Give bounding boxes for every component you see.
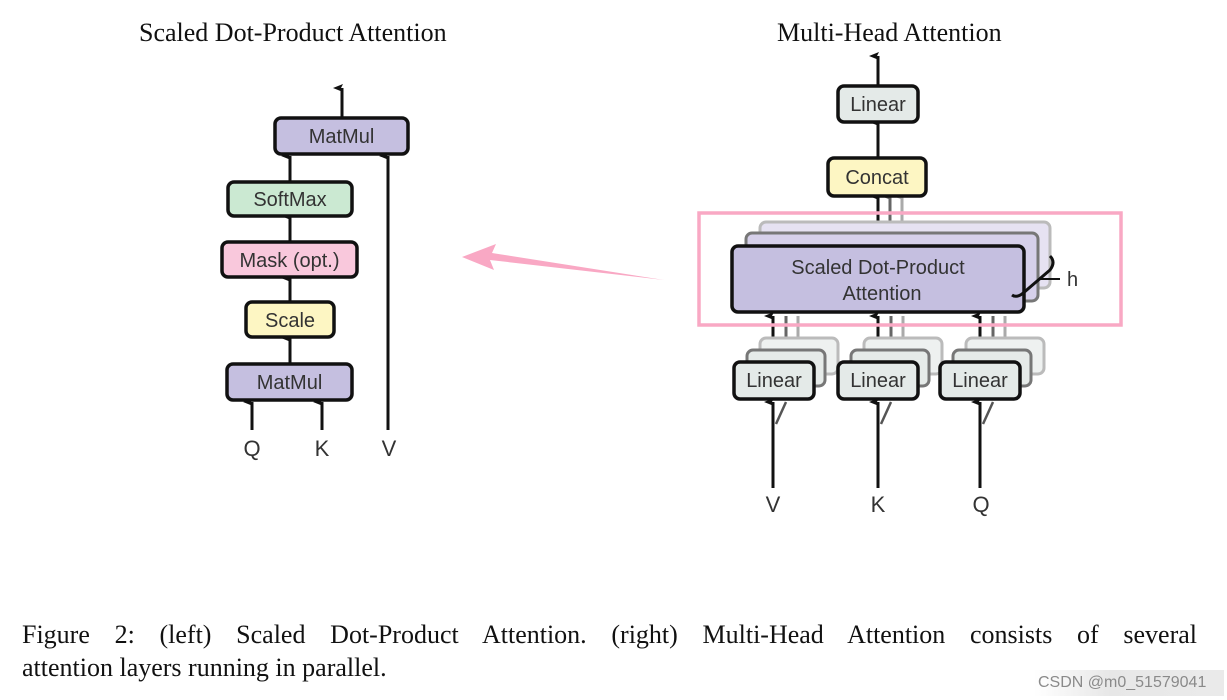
linear-k-label: Linear	[850, 370, 906, 392]
figure-caption: Figure 2: (left) Scaled Dot-Product Atte…	[22, 618, 1197, 684]
input-arrows	[764, 398, 995, 488]
heads-label: h	[1067, 269, 1078, 291]
input-q-label: Q	[243, 436, 260, 461]
softmax-block: SoftMax	[226, 180, 354, 218]
scale-label: Scale	[265, 310, 315, 332]
input-v-label: V	[382, 436, 397, 461]
figure: Scaled Dot-Product Attention Multi-Head …	[0, 0, 1227, 700]
linear-k-group: Linear	[836, 336, 944, 401]
watermark: CSDN @m0_51579041	[1034, 670, 1224, 696]
concat-label: Concat	[845, 167, 909, 189]
input-q-label: Q	[972, 492, 989, 517]
mask-block: Mask (opt.)	[220, 240, 359, 279]
right-diagram: Scaled Dot-Product Attention h Linear Li…	[730, 52, 1078, 517]
left-diagram: MatMul SoftMax Mask (opt.) Scale MatMul …	[220, 84, 410, 461]
matmul-top-label: MatMul	[309, 126, 375, 148]
sdpa-label-line1: Scaled Dot-Product	[791, 257, 965, 279]
input-k-label: K	[871, 492, 886, 517]
matmul-bottom-block: MatMul	[225, 362, 354, 402]
linear-v-label: Linear	[746, 370, 802, 392]
sdpa-block: Scaled Dot-Product Attention	[730, 244, 1026, 314]
caption-line-2: attention layers running in parallel.	[22, 653, 387, 682]
concat-block: Concat	[826, 156, 928, 198]
matmul-bottom-label: MatMul	[257, 372, 323, 394]
input-k-label: K	[315, 436, 330, 461]
caption-line-1: Figure 2: (left) Scaled Dot-Product Atte…	[22, 620, 1197, 649]
linear-q-label: Linear	[952, 370, 1008, 392]
linear-q-group: Linear	[938, 336, 1046, 401]
mask-label: Mask (opt.)	[239, 250, 339, 272]
linear-out-block: Linear	[836, 84, 920, 124]
annotation-arrow	[462, 244, 664, 280]
matmul-top-block: MatMul	[273, 116, 410, 156]
linear-out-label: Linear	[850, 94, 906, 116]
scale-block: Scale	[244, 300, 336, 339]
diagram-canvas: MatMul SoftMax Mask (opt.) Scale MatMul …	[220, 52, 1123, 517]
sdpa-label-line2: Attention	[843, 283, 922, 305]
softmax-label: SoftMax	[253, 189, 326, 211]
input-v-label: V	[766, 492, 781, 517]
linear-v-group: Linear	[732, 336, 840, 401]
